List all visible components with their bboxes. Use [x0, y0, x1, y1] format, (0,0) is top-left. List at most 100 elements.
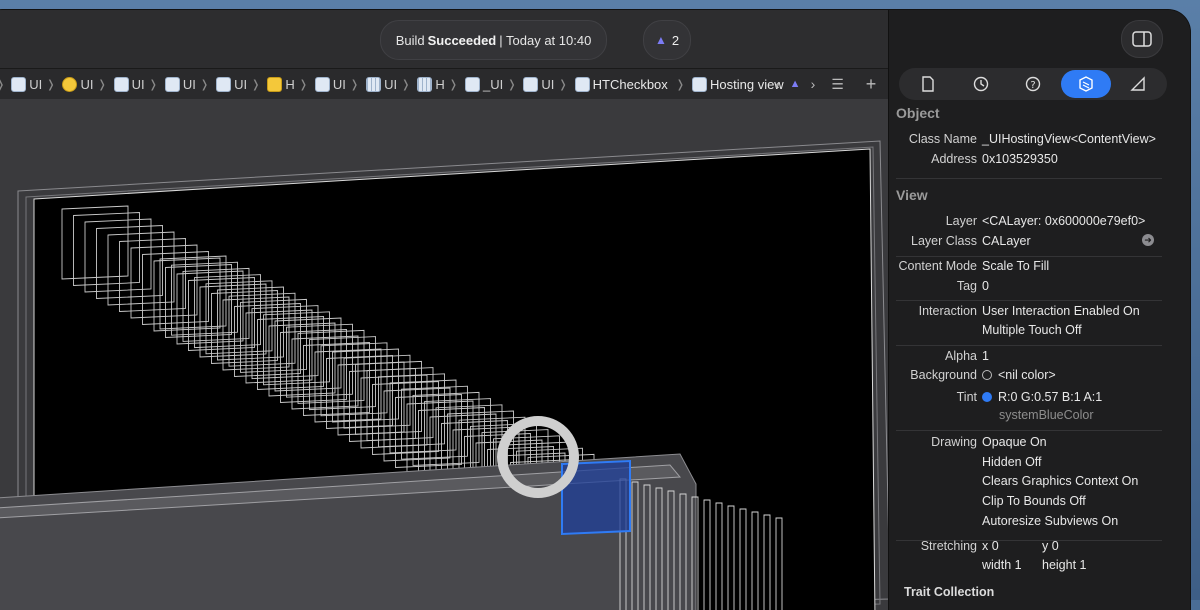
inspector-tabs: ?: [899, 68, 1167, 100]
toggle-inspector-button[interactable]: [1121, 20, 1163, 58]
breadcrumb-item[interactable]: UI ❭: [366, 76, 410, 92]
tab-history-inspector[interactable]: [956, 70, 1006, 98]
breadcrumb: UI ❭ UI ❭ UI ❭ UI ❭ UI ❭ H ❭ UI ❭ UI ❭ H ❭ _UI ❭ UI ❭ HTCheckb…: [11, 76, 798, 92]
back-icon[interactable]: ‹: [775, 76, 780, 92]
divider: [896, 256, 1162, 257]
warning-triangle-icon[interactable]: ▲: [790, 78, 801, 90]
value-address[interactable]: 0x103529350: [982, 152, 1058, 166]
breadcrumb-label: UI: [80, 76, 94, 92]
stretch-x-label: x: [982, 539, 989, 553]
breadcrumb-item[interactable]: UI ❭: [11, 76, 56, 92]
hosting-controller-icon: [267, 76, 283, 92]
chevron-right-icon: ❭: [298, 78, 308, 91]
value-background-wrap[interactable]: <nil color>: [982, 368, 1056, 382]
breadcrumb-label: UI: [234, 76, 248, 92]
label-stretching: Stretching: [920, 539, 977, 553]
size-inspector-icon: [1130, 76, 1145, 91]
jump-bar-controls: ‹ ▲ › ☰ +: [775, 69, 876, 99]
value-drawing-option[interactable]: Hidden Off: [982, 455, 1042, 469]
section-title-trait-collection: Trait Collection: [904, 585, 995, 599]
chevron-right-icon: ❭: [148, 78, 158, 91]
value-multiple-touch[interactable]: Multiple Touch Off: [982, 323, 1082, 337]
breadcrumb-item[interactable]: UI ❭: [523, 76, 568, 92]
inspector-top: [889, 10, 1190, 68]
stretch-width-label: width: [982, 558, 1012, 572]
document-items-icon[interactable]: ☰: [831, 76, 844, 93]
breadcrumb-item[interactable]: HTCheckbox ❭: [574, 76, 685, 92]
xcode-window: Build Succeeded | Today at 10:40 ▲ 2 ❭ U…: [0, 10, 1190, 610]
nil-color-swatch-icon: [982, 370, 992, 380]
chevron-right-icon: ❭: [46, 78, 56, 91]
breadcrumb-item[interactable]: H ❭: [417, 76, 458, 92]
value-stretch-height[interactable]: height 1: [1042, 558, 1087, 572]
section-title-object: Object: [896, 105, 940, 121]
value-tint-wrap[interactable]: R:0 G:0.57 B:1 A:1: [982, 390, 1102, 404]
value-drawing-option[interactable]: Clears Graphics Context On: [982, 474, 1138, 488]
value-tint: R:0 G:0.57 B:1 A:1: [998, 390, 1103, 404]
value-class-name[interactable]: _UIHostingView<ContentView>: [982, 132, 1156, 146]
view-debugger-canvas[interactable]: [0, 99, 910, 610]
view-icon: [113, 76, 129, 92]
view-controller-icon: [62, 76, 78, 92]
breadcrumb-item[interactable]: UI ❭: [216, 76, 260, 92]
tab-size-inspector[interactable]: [1113, 70, 1163, 98]
warning-triangle-icon: ▲: [654, 33, 667, 47]
breadcrumb-item[interactable]: H ❭: [267, 76, 308, 92]
label-layer-class: Layer Class: [911, 234, 977, 248]
value-layer[interactable]: <CALayer: 0x600000e79ef0>: [982, 214, 1145, 228]
value-alpha[interactable]: 1: [982, 349, 989, 363]
view-icon: [11, 76, 27, 92]
view-icon: [464, 76, 480, 92]
breadcrumb-label: H: [285, 76, 295, 92]
breadcrumb-item[interactable]: UI ❭: [164, 76, 209, 92]
label-tint: Tint: [956, 390, 977, 404]
chevron-right-icon: ❭: [675, 78, 685, 91]
breadcrumb-label: Hosting view: [710, 76, 784, 92]
value-user-interaction[interactable]: User Interaction Enabled On: [982, 304, 1140, 318]
value-content-mode[interactable]: Scale To Fill: [982, 259, 1049, 273]
value-tag[interactable]: 0: [982, 279, 989, 293]
value-stretch-y[interactable]: y 0: [1042, 539, 1059, 553]
divider: [896, 300, 1162, 301]
label-content-mode: Content Mode: [898, 259, 977, 273]
stretch-y-value: 0: [1051, 539, 1059, 553]
file-inspector-icon: [922, 76, 934, 92]
value-layer-class[interactable]: CALayer: [982, 234, 1031, 248]
toolbar: Build Succeeded | Today at 10:40 ▲ 2: [0, 10, 910, 68]
breadcrumb-label: UI: [384, 76, 398, 92]
stretch-height-label: height: [1042, 558, 1077, 572]
tab-object-inspector[interactable]: [1060, 70, 1111, 98]
view-icon: [216, 76, 232, 92]
value-background: <nil color>: [998, 368, 1056, 382]
breadcrumb-label: HTCheckbox: [592, 76, 668, 92]
chevron-right-icon: ❭: [0, 78, 5, 91]
label-interaction: Interaction: [918, 304, 977, 318]
value-drawing-option[interactable]: Opaque On: [982, 435, 1047, 449]
chevron-right-icon: ❭: [97, 78, 107, 91]
breadcrumb-item[interactable]: UI ❭: [314, 76, 359, 92]
breadcrumb-item[interactable]: _UI ❭: [464, 76, 516, 92]
sidebar-icon: [1132, 31, 1152, 47]
view-hierarchy-3d[interactable]: [0, 99, 910, 610]
label-background: Background: [910, 368, 977, 382]
breadcrumb-label: UI: [29, 76, 43, 92]
stretch-width-value: 1: [1014, 558, 1022, 572]
value-drawing-option[interactable]: Autoresize Subviews On: [982, 514, 1118, 528]
breadcrumb-item[interactable]: UI ❭: [113, 76, 158, 92]
jump-to-definition-icon[interactable]: ➜: [1142, 234, 1154, 246]
add-editor-icon[interactable]: +: [866, 74, 877, 95]
tab-file-inspector[interactable]: [903, 70, 953, 98]
breadcrumb-label: _UI: [482, 76, 504, 92]
label-tag: Tag: [956, 279, 977, 293]
value-drawing-option[interactable]: Clip To Bounds Off: [982, 494, 1086, 508]
build-status[interactable]: Build Succeeded | Today at 10:40: [380, 20, 607, 60]
forward-icon[interactable]: ›: [811, 76, 816, 92]
value-stretch-x[interactable]: x 0: [982, 539, 999, 553]
value-stretch-width[interactable]: width 1: [982, 558, 1022, 572]
jump-bar: ❭ UI❭UI❭UI❭UI❭UI❭H❭UI❭UI❭H❭_UI❭UI❭HTChec…: [0, 68, 910, 100]
tab-help-inspector[interactable]: ?: [1008, 70, 1058, 98]
build-status-result: Succeeded: [427, 32, 497, 48]
breadcrumb-label: UI: [541, 76, 555, 92]
breadcrumb-item[interactable]: UI ❭: [62, 76, 107, 92]
warnings-button[interactable]: ▲ 2: [643, 20, 691, 60]
